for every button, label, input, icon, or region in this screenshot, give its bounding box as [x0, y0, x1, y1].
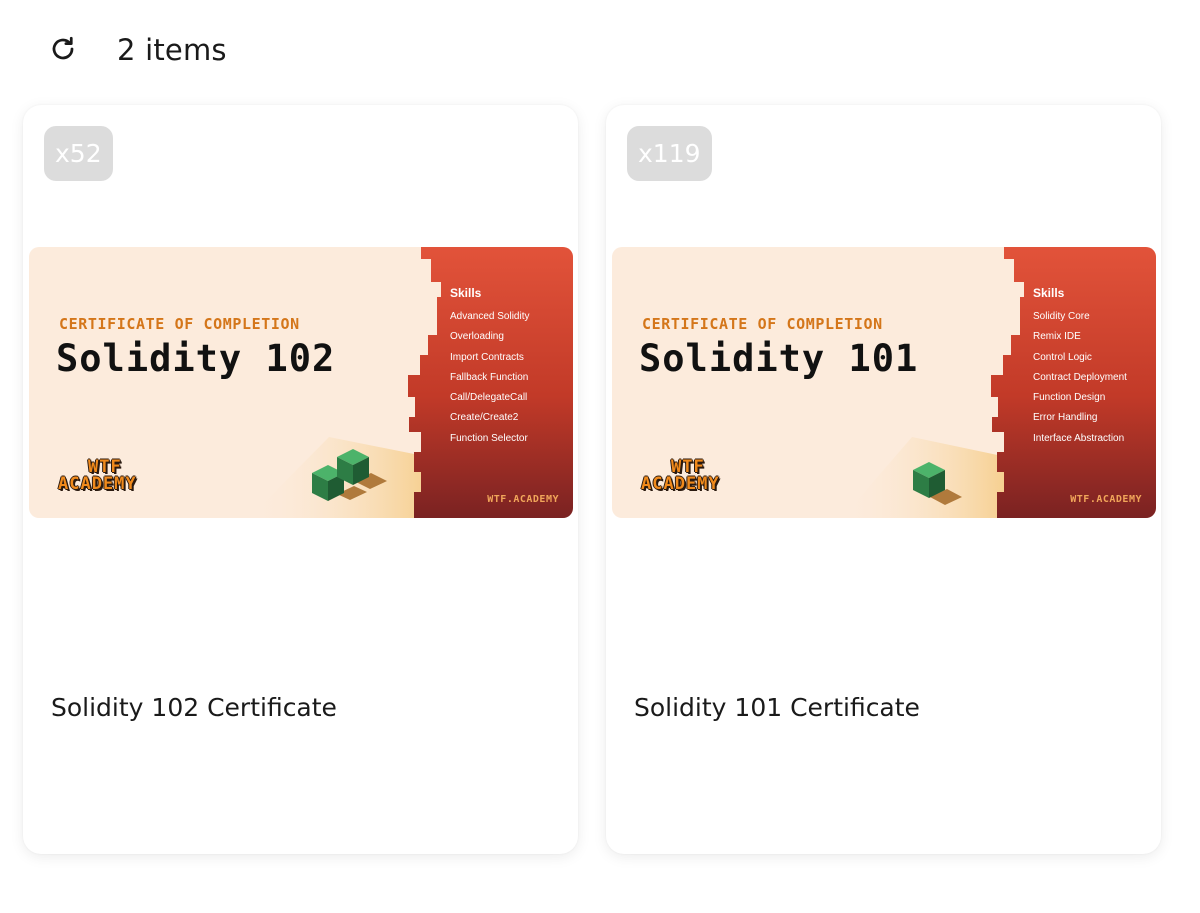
- nft-card[interactable]: x52 CERTIFICATE OF COMPLETION Solidity 1…: [23, 105, 578, 854]
- wtf-academy-logo: WTF ACADEMY: [641, 459, 720, 493]
- skill-item: Import Contracts: [450, 351, 524, 363]
- refresh-button[interactable]: [44, 30, 82, 68]
- refresh-icon: [52, 36, 74, 60]
- skill-item: Solidity Core: [1033, 311, 1090, 322]
- skill-item: Error Handling: [1033, 412, 1098, 424]
- certificate-eyebrow: CERTIFICATE OF COMPLETION: [59, 315, 300, 333]
- skill-item: Advanced Solidity: [450, 311, 530, 322]
- card-title: Solidity 101 Certificate: [634, 693, 920, 722]
- skills-heading: Skills: [450, 286, 482, 300]
- skill-item: Function Selector: [450, 432, 528, 444]
- logo-line-2: ACADEMY: [641, 474, 720, 494]
- quantity-badge: x52: [44, 126, 113, 181]
- wtf-academy-logo: WTF ACADEMY: [58, 459, 137, 493]
- skill-item: Interface Abstraction: [1033, 432, 1125, 444]
- brand-site: WTF.ACADEMY: [487, 494, 559, 505]
- skill-item: Function Design: [1033, 392, 1106, 404]
- logo-line-2: ACADEMY: [58, 474, 137, 494]
- skill-item: Overloading: [450, 331, 504, 343]
- skills-list: Advanced Solidity Overloading Import Con…: [450, 310, 530, 452]
- certificate-image: CERTIFICATE OF COMPLETION Solidity 102 S…: [29, 247, 573, 518]
- skill-item: Contract Deployment: [1033, 371, 1127, 383]
- brand-site: WTF.ACADEMY: [1070, 494, 1142, 505]
- toolbar: 2 items: [0, 0, 1200, 100]
- certificate-image: CERTIFICATE OF COMPLETION Solidity 101 S…: [612, 247, 1156, 518]
- certificate-eyebrow: CERTIFICATE OF COMPLETION: [642, 315, 883, 333]
- item-count: 2 items: [117, 33, 227, 67]
- skill-item: Remix IDE: [1033, 331, 1081, 343]
- skills-heading: Skills: [1033, 286, 1065, 300]
- skill-item: Create/Create2: [450, 412, 519, 424]
- card-title: Solidity 102 Certificate: [51, 693, 337, 722]
- quantity-badge: x119: [627, 126, 712, 181]
- certificate-title: Solidity 102: [56, 337, 336, 380]
- skills-list: Solidity Core Remix IDE Control Logic Co…: [1033, 310, 1127, 452]
- certificate-title: Solidity 101: [639, 337, 919, 380]
- nft-card[interactable]: x119 CERTIFICATE OF COMPLETION Solidity …: [606, 105, 1161, 854]
- skill-item: Fallback Function: [450, 371, 529, 383]
- skill-item: Call/DelegateCall: [450, 392, 528, 404]
- skill-item: Control Logic: [1033, 351, 1092, 363]
